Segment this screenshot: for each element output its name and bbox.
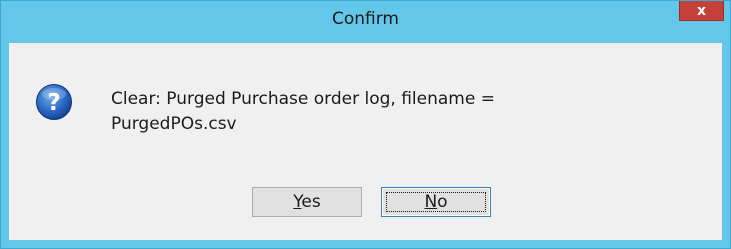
yes-button[interactable]: Yes [252, 187, 362, 217]
confirm-dialog-window: Confirm x ? Clear: Purged Purchase order… [0, 0, 731, 249]
message-line-1: Clear: Purged Purchase order log, filena… [111, 89, 495, 109]
no-button[interactable]: No [381, 187, 491, 217]
yes-label: es [301, 192, 321, 212]
focus-ring [386, 192, 486, 212]
question-glyph: ? [47, 90, 60, 116]
message-line-2: PurgedPOs.csv [111, 114, 237, 134]
message-text: Clear: Purged Purchase order log, filena… [111, 87, 701, 137]
close-button[interactable]: x [679, 1, 724, 21]
window-title: Confirm [331, 9, 399, 29]
question-icon: ? [36, 84, 72, 120]
title-bar[interactable]: Confirm x [1, 1, 730, 35]
dialog-body: ? Clear: Purged Purchase order log, file… [9, 43, 722, 240]
